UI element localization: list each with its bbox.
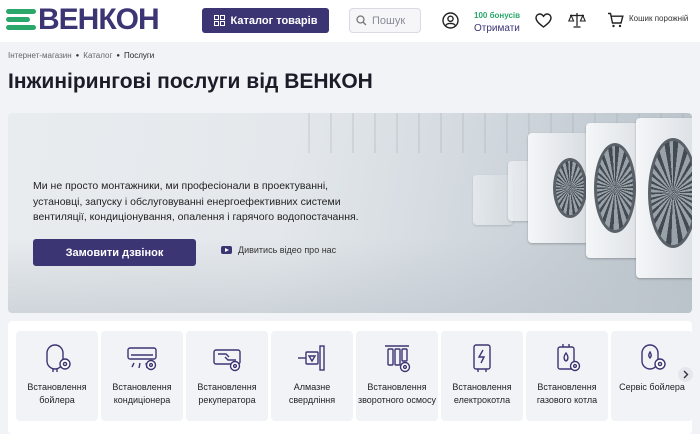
reverse-osmosis-icon — [380, 341, 414, 375]
favorites-button[interactable] — [534, 11, 552, 29]
page-title: Інжинірингові послуги від ВЕНКОН — [8, 70, 373, 93]
electric-boiler-icon — [465, 341, 499, 375]
search-icon — [356, 15, 367, 26]
order-call-button[interactable]: Замовити дзвінок — [33, 239, 196, 266]
heart-icon — [534, 12, 552, 28]
service-card-label: Встановлення зворотного осмосу — [358, 382, 437, 405]
search-box[interactable] — [349, 8, 421, 33]
account-button[interactable] — [441, 11, 459, 29]
gas-boiler-icon — [550, 341, 584, 375]
hero-description: Ми не просто монтажники, ми професіонали… — [33, 180, 359, 223]
catalog-button[interactable]: Каталог товарів — [202, 8, 329, 33]
compare-button[interactable] — [568, 11, 586, 29]
grid-icon — [213, 15, 225, 26]
service-card-label: Встановлення рекуператора — [197, 382, 257, 405]
service-card-recuperator[interactable]: Встановлення рекуператора — [186, 331, 268, 421]
bonus-get-link[interactable]: Отримати — [474, 22, 520, 35]
chevron-right-icon — [683, 370, 689, 379]
service-card-label: Встановлення електрокотла — [452, 382, 512, 405]
diamond-drill-icon — [295, 341, 329, 375]
search-input[interactable] — [372, 14, 418, 27]
breadcrumb-separator-icon: ● — [116, 52, 120, 59]
youtube-icon — [221, 246, 232, 254]
cart-status[interactable]: Кошик порожній — [629, 14, 688, 23]
cart-button[interactable] — [606, 11, 624, 29]
logo[interactable]: ВЕНКОН — [6, 3, 160, 36]
service-card-diamond-drilling[interactable]: Алмазне свердління — [271, 331, 353, 421]
service-card-boiler[interactable]: Встановлення бойлера — [16, 331, 98, 421]
boiler-icon — [40, 341, 74, 375]
bonus-widget[interactable]: 100 бонусів Отримати — [474, 9, 520, 35]
hero-banner: Ми не просто монтажники, ми професіонали… — [8, 113, 692, 313]
service-card-label: Встановлення бойлера — [27, 382, 87, 405]
catalog-button-label: Каталог товарів — [230, 14, 318, 27]
breadcrumb-item[interactable]: Інтернет-магазин — [8, 51, 72, 60]
scales-icon — [568, 13, 586, 28]
service-card-label: Алмазне свердління — [288, 382, 336, 405]
logo-text: ВЕНКОН — [38, 3, 160, 36]
cart-icon — [607, 12, 624, 28]
air-conditioner-icon — [125, 341, 159, 375]
service-card-gas-boiler[interactable]: Встановлення газового котла — [526, 331, 608, 421]
service-card-label: Сервіс бойлера — [619, 382, 685, 392]
service-card-label: Встановлення кондиціонера — [112, 382, 172, 405]
boiler-service-icon — [635, 341, 669, 375]
user-icon — [441, 11, 459, 29]
recuperator-icon — [210, 341, 244, 375]
breadcrumb: Інтернет-магазин ● Каталог ● Послуги — [8, 51, 154, 60]
header: ВЕНКОН Каталог товарів 100 бонусів Отрим… — [0, 0, 700, 42]
services-carousel: Встановлення бойлера Встановлення кондиц… — [8, 321, 693, 434]
service-card-reverse-osmosis[interactable]: Встановлення зворотного осмосу — [356, 331, 438, 421]
bonus-count: 100 бонусів — [474, 11, 521, 20]
breadcrumb-current: Послуги — [124, 51, 155, 60]
service-card-electric-boiler[interactable]: Встановлення електрокотла — [441, 331, 523, 421]
service-card-label: Встановлення газового котла — [536, 382, 598, 405]
carousel-next-button[interactable] — [678, 367, 693, 382]
breadcrumb-item[interactable]: Каталог — [83, 51, 112, 60]
watch-video-link[interactable]: Дивитись відео про нас — [221, 245, 336, 255]
service-card-air-conditioner[interactable]: Встановлення кондиціонера — [101, 331, 183, 421]
breadcrumb-separator-icon: ● — [75, 52, 80, 59]
watch-video-label: Дивитись відео про нас — [238, 245, 337, 255]
logo-mark-icon — [6, 9, 36, 31]
